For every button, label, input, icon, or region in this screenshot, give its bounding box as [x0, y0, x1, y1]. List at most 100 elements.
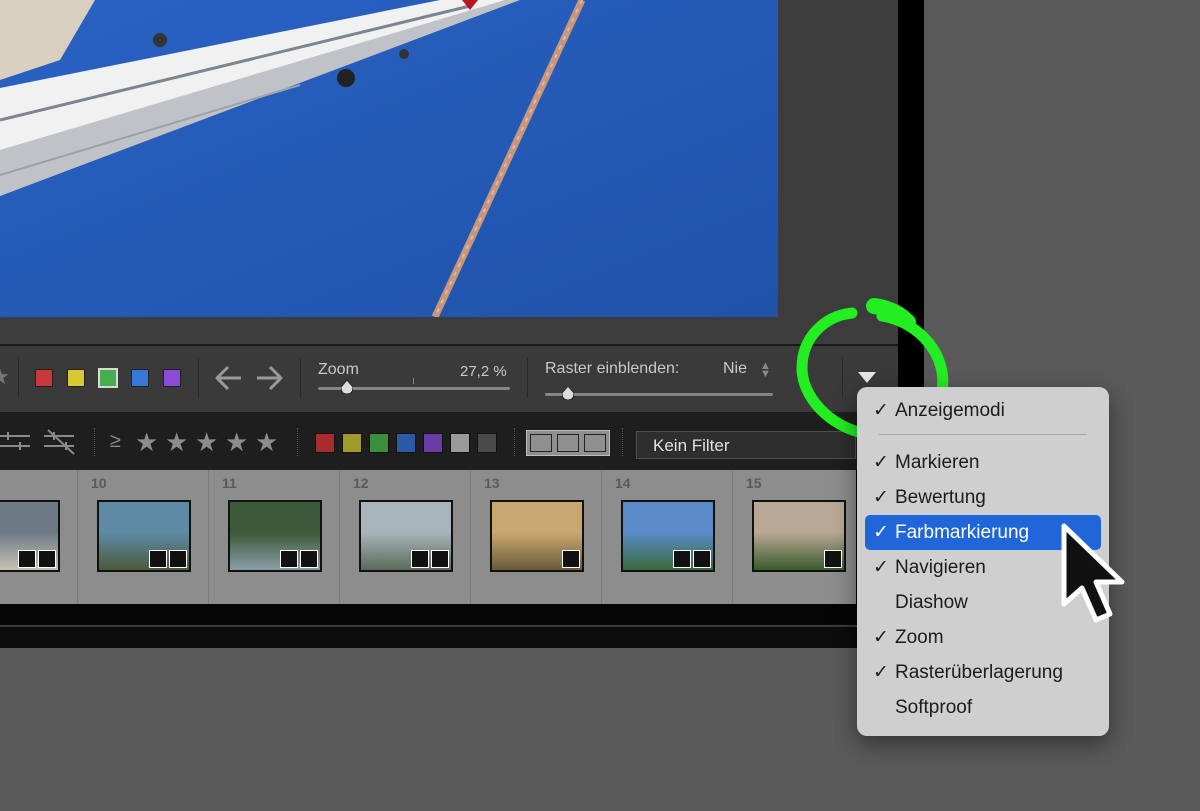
develop-badge-icon[interactable]	[693, 550, 711, 568]
color-filter-swatch[interactable]	[315, 433, 335, 453]
menu-item-label: Markieren	[895, 452, 980, 473]
toolbar-divider	[300, 358, 301, 398]
master-filter-icon[interactable]	[584, 434, 606, 452]
filmstrip-cell[interactable]: 14	[603, 470, 733, 604]
color-label-swatch[interactable]	[67, 369, 85, 387]
menu-item-bewertung[interactable]: ✓ Bewertung	[865, 480, 1101, 515]
filmstrip-cell[interactable]: 15	[734, 470, 864, 604]
filter-divider	[514, 428, 516, 456]
app-window: ★ Zoom 27,2 % Raster einblenden: Nie ▲▼ …	[0, 0, 924, 648]
menu-item-label: Farbmarkierung	[895, 522, 1030, 543]
crop-badge-icon[interactable]	[411, 550, 429, 568]
rating-operator[interactable]: ≥	[110, 430, 121, 453]
filmstrip-thumbnail[interactable]	[97, 500, 191, 572]
filmstrip-thumbnail[interactable]	[752, 500, 846, 572]
color-label-swatch[interactable]	[35, 369, 53, 387]
develop-badge-icon[interactable]	[431, 550, 449, 568]
menu-item-label: Softproof	[895, 697, 973, 718]
menu-item-label: Navigieren	[895, 557, 986, 578]
crop-badge-icon[interactable]	[18, 550, 36, 568]
filmstrip-thumbnail[interactable]	[0, 500, 60, 572]
color-filter-swatch[interactable]	[342, 433, 362, 453]
filmstrip-cell[interactable]: 10	[79, 470, 209, 604]
filmstrip-cell[interactable]: 12	[341, 470, 471, 604]
zoom-slider-tick	[413, 378, 414, 384]
checkmark-icon: ✓	[873, 487, 889, 508]
develop-badge-icon[interactable]	[562, 550, 580, 568]
develop-badge-icon[interactable]	[824, 550, 842, 568]
color-filter-swatch[interactable]	[396, 433, 416, 453]
sliders-cross-icon[interactable]	[44, 428, 78, 461]
checkmark-icon: ✓	[873, 400, 889, 421]
menu-item-label: Anzeigemodi	[895, 400, 1005, 421]
zoom-slider-thumb[interactable]	[340, 380, 353, 394]
bottom-divider	[0, 625, 898, 627]
virtual-copy-filter-icon[interactable]	[557, 434, 579, 452]
prev-arrow-icon[interactable]	[214, 364, 244, 397]
select-arrows-icon[interactable]: ▲ ▼	[760, 361, 771, 380]
menu-item-label: Bewertung	[895, 487, 986, 508]
rating-star-icon[interactable]: ★	[165, 427, 188, 457]
rating-star-icon[interactable]: ★	[135, 427, 158, 457]
menu-item-rasterüberlagerung[interactable]: ✓ Rasterüberlagerung	[865, 655, 1101, 690]
color-filter-swatch[interactable]	[369, 433, 389, 453]
crop-badge-icon[interactable]	[280, 550, 298, 568]
filmstrip-thumbnail[interactable]	[359, 500, 453, 572]
rating-star-icon[interactable]: ★	[255, 427, 278, 457]
filmstrip-cell-number: 14	[615, 475, 631, 491]
filter-divider	[297, 428, 299, 456]
menu-item-label: Diashow	[895, 592, 968, 613]
zoom-label: Zoom	[318, 361, 359, 378]
filter-divider	[94, 428, 96, 456]
grid-overlay-label: Raster einblenden:	[545, 360, 680, 377]
filmstrip-cell-number: 11	[222, 475, 237, 491]
checkmark-icon: ✓	[873, 662, 889, 683]
develop-badge-icon[interactable]	[300, 550, 318, 568]
rating-star-icon[interactable]: ★	[225, 427, 248, 457]
menu-item-markieren[interactable]: ✓ Markieren	[865, 445, 1101, 480]
filmstrip-cell-number: 13	[484, 475, 500, 491]
sliders-icon[interactable]	[0, 428, 32, 461]
rating-star-partial[interactable]: ★	[0, 362, 10, 392]
crop-badge-icon[interactable]	[149, 550, 167, 568]
filmstrip-cell[interactable]	[0, 470, 78, 604]
filmstrip-thumbnail[interactable]	[228, 500, 322, 572]
video-filter-icon[interactable]	[530, 434, 552, 452]
color-label-swatch[interactable]	[131, 369, 149, 387]
main-photo	[0, 0, 778, 317]
grid-opacity-slider-thumb[interactable]	[561, 386, 574, 400]
filmstrip-cell[interactable]: 11	[210, 470, 340, 604]
color-filter-swatch[interactable]	[477, 433, 497, 453]
filmstrip-cell[interactable]: 13	[472, 470, 602, 604]
color-filter-swatch[interactable]	[450, 433, 470, 453]
color-label-swatch[interactable]	[163, 369, 181, 387]
grid-opacity-slider-track[interactable]	[545, 393, 773, 396]
grid-overlay-select[interactable]: Nie	[723, 360, 747, 378]
color-filter-swatch[interactable]	[423, 433, 443, 453]
filmstrip-thumbnail[interactable]	[490, 500, 584, 572]
menu-item-label: Rasterüberlagerung	[895, 662, 1063, 683]
toolbar-divider	[527, 358, 528, 398]
filmstrip-thumbnail[interactable]	[621, 500, 715, 572]
checkmark-icon: ✓	[873, 627, 889, 648]
color-label-swatch[interactable]	[98, 368, 118, 388]
checkmark-icon: ✓	[873, 522, 889, 543]
checkmark-icon: ✓	[873, 452, 889, 473]
kind-filter-group	[526, 430, 610, 456]
develop-badge-icon[interactable]	[169, 550, 187, 568]
toolbar-divider	[18, 358, 19, 398]
develop-badge-icon[interactable]	[38, 550, 56, 568]
filter-divider	[622, 428, 624, 456]
crop-badge-icon[interactable]	[673, 550, 691, 568]
rating-star-icon[interactable]: ★	[195, 427, 218, 457]
menu-item-softproof[interactable]: Softproof	[865, 690, 1101, 725]
filmstrip-cell-number: 15	[746, 475, 762, 491]
filmstrip-cell-number: 10	[91, 475, 107, 491]
loupe-view	[0, 0, 898, 344]
toolbar-divider	[198, 358, 199, 398]
zoom-value: 27,2 %	[460, 363, 507, 380]
menu-item-anzeigemodi[interactable]: ✓ Anzeigemodi	[865, 393, 1101, 428]
mouse-cursor-icon	[1061, 523, 1125, 623]
menu-separator	[879, 434, 1087, 435]
next-arrow-icon[interactable]	[254, 364, 284, 397]
